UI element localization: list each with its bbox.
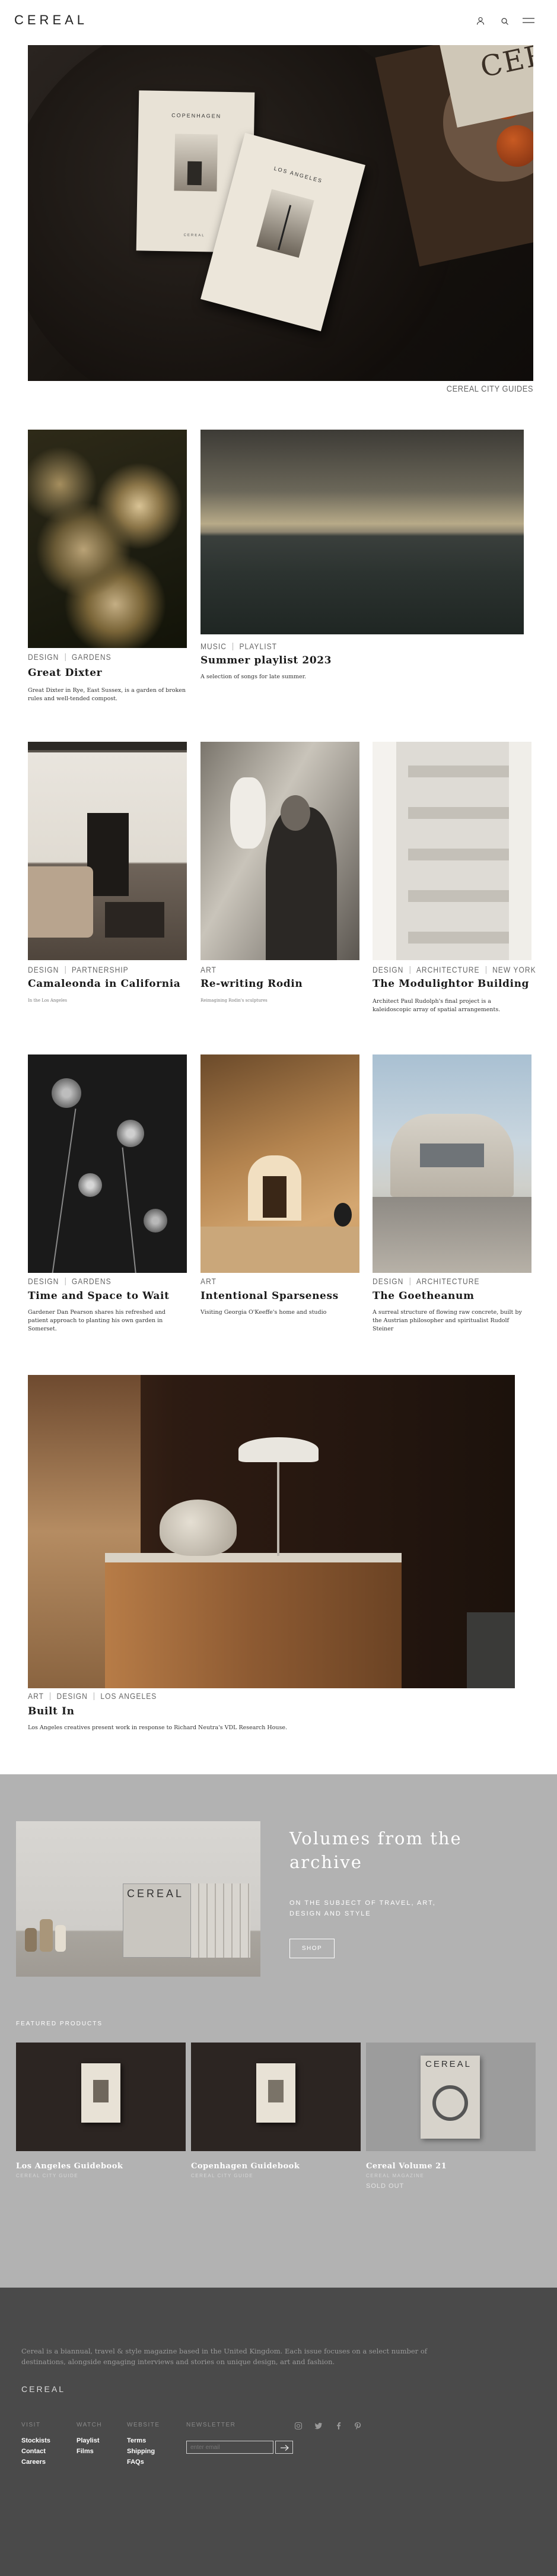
article-tags: ART DESIGN LOS ANGELES xyxy=(28,1691,157,1701)
footer-column-heading: Watch xyxy=(77,2422,103,2428)
product-cover-logo: CEREAL xyxy=(425,2059,472,2069)
product-subtitle: CEREAL CITY GUIDE xyxy=(191,2173,254,2178)
article-image-time-and-space[interactable] xyxy=(28,1054,187,1273)
article-description: Los Angeles creatives present work in re… xyxy=(28,1724,288,1731)
article-image-modulightor[interactable] xyxy=(373,742,531,960)
footer-link[interactable]: FAQs xyxy=(127,2459,144,2466)
product-image-volume-21[interactable]: CEREAL xyxy=(366,2043,536,2151)
archive-magazine: CEREAL xyxy=(123,1883,191,1958)
hero-caption[interactable]: CEREAL CITY GUIDES xyxy=(437,384,533,394)
magazine-brand: CEREAL xyxy=(477,45,533,84)
featured-heading: FEATURED PRODUCTS xyxy=(16,2021,103,2027)
archive-image[interactable]: CEREAL xyxy=(16,1821,260,1977)
book-city-label: LOS ANGELES xyxy=(273,165,324,185)
article-image-camaleonda[interactable] xyxy=(28,742,187,960)
archive-heading: Volumes from the archive xyxy=(289,1828,462,1872)
article-tags: DESIGN ARCHITECTURE NEW YORK xyxy=(373,965,536,974)
article-title[interactable]: Re-writing Rodin xyxy=(200,978,303,990)
site-header: CEREAL xyxy=(0,0,557,42)
article-title[interactable]: Intentional Sparseness xyxy=(200,1290,339,1302)
article-description: Visiting Georgia O'Keeffe's home and stu… xyxy=(200,1309,327,1316)
newsletter-heading: Newsletter xyxy=(186,2422,236,2428)
article-title[interactable]: The Goetheanum xyxy=(373,1290,475,1302)
article-title[interactable]: The Modulightor Building xyxy=(373,978,529,990)
article-image-goetheanum[interactable] xyxy=(373,1054,531,1273)
search-icon[interactable] xyxy=(501,17,509,26)
footer-link[interactable]: Shipping xyxy=(127,2448,155,2455)
article-title[interactable]: Time and Space to Wait xyxy=(28,1290,170,1302)
article-title[interactable]: Built In xyxy=(28,1705,75,1717)
article-description: Reimagining Rodin's sculptures xyxy=(200,998,268,1003)
footer-column-heading: Visit xyxy=(21,2422,41,2428)
footer-column-heading: Website xyxy=(127,2422,160,2428)
product-name[interactable]: Copenhagen Guidebook xyxy=(191,2162,300,2171)
product-image-copenhagen[interactable] xyxy=(191,2043,361,2151)
footer-link[interactable]: Terms xyxy=(127,2437,146,2444)
footer-logo[interactable]: CEREAL xyxy=(21,2384,65,2394)
instagram-icon[interactable] xyxy=(294,2422,303,2430)
book-city-label: COPENHAGEN xyxy=(171,112,222,119)
footer-link[interactable]: Films xyxy=(77,2448,94,2455)
hero-image[interactable]: COPENHAGEN CEREAL LOS ANGELES CEREAL xyxy=(28,45,533,381)
arrow-right-icon xyxy=(281,2445,289,2451)
newsletter-email-input[interactable] xyxy=(186,2441,273,2454)
user-icon[interactable] xyxy=(476,17,485,25)
product-status: SOLD OUT xyxy=(366,2183,405,2190)
facebook-icon[interactable] xyxy=(335,2422,343,2430)
article-description: Gardener Dan Pearson shares his refreshe… xyxy=(28,1309,165,1332)
article-image-summer-playlist[interactable] xyxy=(200,430,524,634)
product-subtitle: CEREAL CITY GUIDE xyxy=(16,2173,79,2178)
article-tags: DESIGN GARDENS xyxy=(28,1276,112,1286)
footer-link[interactable]: Stockists xyxy=(21,2437,50,2444)
footer-link[interactable]: Careers xyxy=(21,2459,46,2466)
article-image-intentional-sparseness[interactable] xyxy=(200,1054,359,1273)
book-photo xyxy=(174,134,218,192)
site-footer: Cereal is a biannual, travel & style mag… xyxy=(0,2288,557,2576)
article-tags: ART xyxy=(200,965,217,974)
product-name[interactable]: Cereal Volume 21 xyxy=(366,2162,447,2171)
book-photo xyxy=(256,189,314,258)
menu-icon[interactable] xyxy=(523,17,534,24)
product-image-los-angeles[interactable] xyxy=(16,2043,186,2151)
footer-link[interactable]: Playlist xyxy=(77,2437,100,2444)
article-description: Architect Paul Rudolph's final project i… xyxy=(373,998,501,1013)
article-description: A surreal structure of flowing raw concr… xyxy=(373,1309,522,1332)
article-tags: DESIGN PARTNERSHIP xyxy=(28,965,129,974)
archive-magazine-stack xyxy=(191,1883,250,1958)
article-tags: DESIGN ARCHITECTURE xyxy=(373,1276,480,1286)
article-tags: DESIGN GARDENS xyxy=(28,652,112,662)
site-logo[interactable]: CEREAL xyxy=(14,12,88,28)
shop-section: CEREAL Volumes from the archive ON THE S… xyxy=(0,1774,557,2288)
article-title[interactable]: Summer playlist 2023 xyxy=(200,655,332,666)
archive-magazine-logo: CEREAL xyxy=(127,1888,184,1900)
archive-subheading: ON THE SUBJECT OF TRAVEL, ART, DESIGN AN… xyxy=(289,1900,436,1917)
pinterest-icon[interactable] xyxy=(354,2422,362,2430)
article-image-rodin[interactable] xyxy=(200,742,359,960)
shop-button[interactable]: SHOP xyxy=(289,1939,335,1958)
article-title[interactable]: Camaleonda in California xyxy=(28,978,180,990)
article-tags: ART xyxy=(200,1276,217,1286)
article-image-great-dixter[interactable] xyxy=(28,430,187,648)
article-title[interactable]: Great Dixter xyxy=(28,667,102,679)
article-tags: MUSIC PLAYLIST xyxy=(200,641,278,651)
newsletter-submit-button[interactable] xyxy=(275,2441,293,2454)
footer-link[interactable]: Contact xyxy=(21,2448,46,2455)
article-description: In the Los Angeles xyxy=(28,998,68,1003)
twitter-icon[interactable] xyxy=(314,2422,323,2430)
article-description: Great Dixter in Rye, East Sussex, is a g… xyxy=(28,687,186,702)
article-image-built-in[interactable] xyxy=(28,1375,515,1688)
article-description: A selection of songs for late summer. xyxy=(200,674,307,680)
product-name[interactable]: Los Angeles Guidebook xyxy=(16,2162,123,2171)
footer-about: Cereal is a biannual, travel & style mag… xyxy=(21,2347,427,2366)
fruit-2 xyxy=(496,125,533,167)
product-subtitle: CEREAL MAGAZINE xyxy=(366,2173,425,2178)
